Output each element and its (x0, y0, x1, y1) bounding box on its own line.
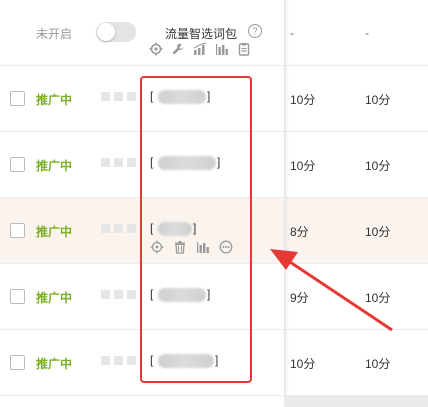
help-icon[interactable]: ? (248, 24, 262, 38)
quality-score-secondary: 10分 (365, 291, 391, 305)
trend-chart-icon[interactable] (193, 42, 207, 56)
table-header: 未开启 流量智选词包 ? - - (0, 0, 428, 66)
status-badge: 推广中 (36, 291, 73, 305)
horizontal-scrollbar[interactable] (284, 396, 428, 407)
quality-score-secondary: 10分 (365, 93, 391, 107)
masked-id (101, 290, 136, 299)
status-badge: 推广中 (36, 159, 73, 173)
quality-score: 10分 (290, 159, 316, 173)
status-badge: 推广中 (36, 225, 73, 239)
quality-score: 9分 (290, 291, 309, 305)
frozen-column-divider (284, 0, 286, 396)
row-checkbox[interactable] (10, 355, 25, 370)
header-col4-value: - (365, 26, 369, 40)
promotion-toggle[interactable] (96, 22, 136, 42)
masked-id (101, 92, 136, 101)
wrench-icon[interactable] (171, 42, 185, 56)
bar-chart-icon[interactable] (215, 42, 229, 56)
row-checkbox[interactable] (10, 157, 25, 172)
quality-score-secondary: 10分 (365, 357, 391, 371)
quality-score: 10分 (290, 357, 316, 371)
annotation-highlight-box (140, 76, 252, 383)
status-badge: 推广中 (36, 357, 73, 371)
quality-score: 10分 (290, 93, 316, 107)
row-checkbox[interactable] (10, 289, 25, 304)
smart-keyword-pack-label: 流量智选词包 (165, 27, 238, 41)
quality-score-secondary: 10分 (365, 225, 391, 239)
row-checkbox[interactable] (10, 223, 25, 238)
header-action-icons (149, 42, 251, 56)
gear-icon[interactable] (149, 42, 163, 56)
clipboard-icon[interactable] (237, 42, 251, 56)
masked-id (101, 224, 136, 233)
row-checkbox[interactable] (10, 91, 25, 106)
header-col3-value: - (290, 26, 294, 40)
masked-id (101, 158, 136, 167)
status-badge: 推广中 (36, 93, 73, 107)
masked-id (101, 356, 136, 365)
header-status-label: 未开启 (36, 27, 73, 41)
quality-score: 8分 (290, 225, 309, 239)
quality-score-secondary: 10分 (365, 159, 391, 173)
